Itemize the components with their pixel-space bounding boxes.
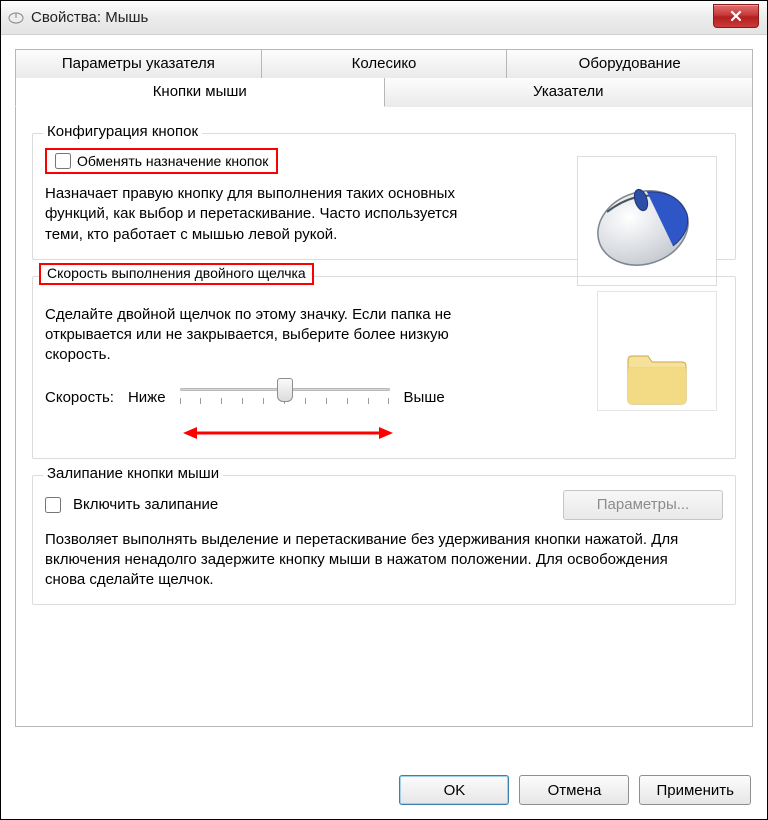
cancel-button[interactable]: Отмена [519, 775, 629, 805]
tab-wheel[interactable]: Колесико [262, 49, 508, 78]
apply-button[interactable]: Применить [639, 775, 751, 805]
speed-higher-label: Выше [404, 389, 445, 406]
window-title: Свойства: Мышь [31, 9, 148, 26]
folder-icon [622, 344, 692, 410]
checkbox-clicklock-row: Включить залипание [45, 496, 218, 513]
tab-row-primary: Кнопки мыши Указатели [15, 78, 753, 107]
highlight-dblclick-title: Скорость выполнения двойного щелчка [39, 263, 314, 285]
checkbox-swap-buttons[interactable] [55, 153, 71, 169]
double-click-speed-slider[interactable] [180, 378, 390, 418]
window-titlebar: Свойства: Мышь [1, 1, 767, 35]
close-icon [729, 9, 743, 23]
group-button-config-title: Конфигурация кнопок [43, 123, 202, 140]
slider-thumb[interactable] [277, 378, 293, 402]
mouse-titlebar-icon [7, 11, 25, 25]
speed-lower-label: Ниже [128, 389, 166, 406]
group-double-click-title: Скорость выполнения двойного щелчка [47, 265, 306, 281]
annotation-speed-arrow [183, 424, 393, 444]
clicklock-settings-button: Параметры... [563, 490, 723, 520]
ok-button[interactable]: OK [399, 775, 509, 805]
swap-buttons-description: Назначает правую кнопку для выполнения т… [45, 184, 465, 245]
checkbox-swap-buttons-label: Обменять назначение кнопок [77, 153, 268, 169]
clicklock-description: Позволяет выполнять выделение и перетаск… [45, 530, 685, 591]
tab-row-secondary: Параметры указателя Колесико Оборудовани… [15, 49, 753, 78]
tab-hardware[interactable]: Оборудование [507, 49, 753, 78]
mouse-illustration [577, 156, 717, 286]
group-clicklock-title: Залипание кнопки мыши [43, 465, 223, 482]
dialog-button-row: OK Отмена Применить [399, 775, 751, 805]
group-double-click: Скорость выполнения двойного щелчка Сдел… [32, 276, 736, 459]
tab-panel-buttons: Конфигурация кнопок Обменять назначение … [15, 107, 753, 727]
checkbox-clicklock-label: Включить залипание [73, 496, 218, 513]
close-button[interactable] [713, 4, 759, 28]
group-button-config: Конфигурация кнопок Обменять назначение … [32, 133, 736, 260]
highlight-swap-buttons: Обменять назначение кнопок [45, 148, 278, 174]
group-clicklock: Залипание кнопки мыши Включить залипание… [32, 475, 736, 606]
tab-pointer-options[interactable]: Параметры указателя [15, 49, 262, 78]
double-click-test-area[interactable] [597, 291, 717, 411]
speed-label: Скорость: [45, 389, 114, 406]
double-click-description: Сделайте двойной щелчок по этому значку.… [45, 305, 485, 366]
mouse-icon [587, 166, 707, 276]
tab-buttons[interactable]: Кнопки мыши [15, 78, 385, 107]
checkbox-clicklock[interactable] [45, 497, 61, 513]
tab-pointers[interactable]: Указатели [385, 78, 754, 107]
